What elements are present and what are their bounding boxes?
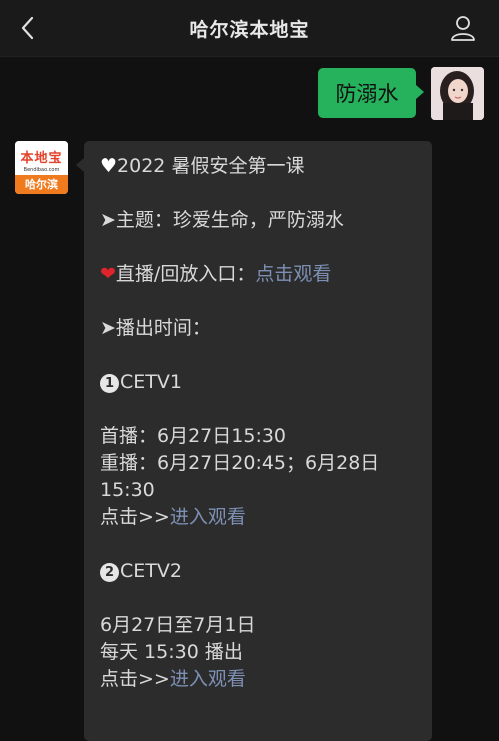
logo-url: Bendibao.com xyxy=(23,167,60,173)
channel1-name: CETV1 xyxy=(120,371,182,393)
message-body: ♥2022 暑假安全第一课 ➤主题：珍爱生命，严防溺水 ❤直播/回放入口：点击观… xyxy=(100,153,418,693)
topic-line: ➤主题：珍爱生命，严防溺水 xyxy=(100,207,418,234)
chat-title: 哈尔滨本地宝 xyxy=(189,19,310,41)
live-label: 直播/回放入口： xyxy=(115,263,256,285)
outgoing-message-text: 防溺水 xyxy=(335,82,399,106)
number-two-icon: 2 xyxy=(100,563,119,582)
channel2-heading: 2 CETV2 xyxy=(100,558,418,585)
click-prefix: 点击>> xyxy=(100,668,170,690)
incoming-message-bubble: ♥2022 暑假安全第一课 ➤主题：珍爱生命，严防溺水 ❤直播/回放入口：点击观… xyxy=(76,141,432,741)
bendibao-logo: 本地宝 Bendibao.com xyxy=(15,141,68,175)
user-avatar[interactable] xyxy=(431,67,484,120)
live-line: ❤直播/回放入口：点击观看 xyxy=(100,261,418,288)
outgoing-message-bubble[interactable]: 防溺水 xyxy=(318,68,424,118)
logo-text: 本地宝 xyxy=(20,151,63,166)
channel2-click-line: 点击>>进入观看 xyxy=(100,666,418,693)
logo-city: 哈尔滨 xyxy=(15,175,68,194)
number-one-icon: 1 xyxy=(100,374,119,393)
channel2-name: CETV2 xyxy=(120,560,182,582)
channel1-heading: 1 CETV1 xyxy=(100,369,418,396)
message-title: 2022 暑假安全第一课 xyxy=(117,155,305,177)
person-icon xyxy=(451,16,475,41)
schedule-label: ➤播出时间： xyxy=(100,317,211,339)
chat-info-button[interactable] xyxy=(449,14,477,42)
click-prefix: 点击>> xyxy=(100,506,170,528)
channel1-click-line: 点击>>进入观看 xyxy=(100,504,418,531)
user-photo xyxy=(431,67,484,120)
channel2-dates: 6月27日至7月1日 xyxy=(100,614,256,636)
red-heart-icon: ❤ xyxy=(100,263,116,285)
watch-link[interactable]: 点击观看 xyxy=(255,263,331,285)
chat-header: 哈尔滨本地宝 xyxy=(0,0,499,57)
message-title-line: ♥2022 暑假安全第一课 xyxy=(100,153,418,180)
channel1-rerun: 重播：6月27日20:45；6月28日 xyxy=(100,452,380,474)
channel1-rerun-cont: 15:30 xyxy=(100,479,155,501)
white-heart-icon: ♥ xyxy=(100,155,118,177)
official-account-avatar[interactable]: 本地宝 Bendibao.com 哈尔滨 xyxy=(15,141,68,194)
channel1-enter-link[interactable]: 进入观看 xyxy=(170,506,246,528)
channel2-enter-link[interactable]: 进入观看 xyxy=(170,668,246,690)
topic-label: ➤主题： xyxy=(100,209,173,231)
channel2-daily: 每天 15:30 播出 xyxy=(100,641,243,663)
channel1-first-air: 首播：6月27日15:30 xyxy=(100,425,287,447)
topic-text: 珍爱生命，严防溺水 xyxy=(172,209,344,231)
